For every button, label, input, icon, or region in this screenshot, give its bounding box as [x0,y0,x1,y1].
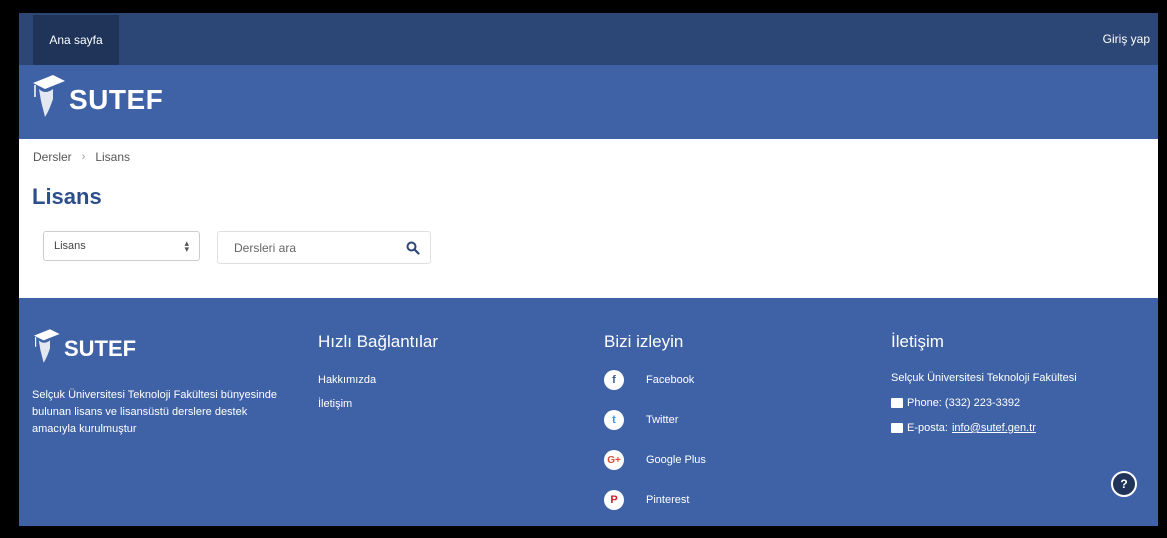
social-pinterest[interactable]: P Pinterest [604,490,706,510]
facebook-icon: f [604,370,624,390]
social-label: Google Plus [646,454,706,466]
course-search [217,231,431,264]
search-input[interactable] [218,232,388,263]
help-button[interactable]: ? [1111,471,1137,497]
contact-email-label: E-posta: [907,422,948,434]
phone-icon [891,398,903,408]
twitter-icon: t [604,410,624,430]
graduation-cap-icon [33,75,65,117]
page-title: Lisans [32,184,102,209]
search-icon[interactable] [406,241,420,255]
breadcrumb-separator: › [81,151,86,163]
page-frame: Ana sayfa Giriş yap SUTEF Dersler › Lisa… [19,13,1158,526]
category-select[interactable]: Lisans ▴ ▾ [43,231,200,261]
social-links: f Facebook t Twitter G+ Google Plus P Pi… [604,370,706,526]
social-facebook[interactable]: f Facebook [604,370,706,390]
site-header: SUTEF [19,65,1158,139]
contact-org: Selçuk Üniversitesi Teknoloji Fakültesi [891,372,1077,384]
link-about[interactable]: Hakkımızda [318,374,376,386]
graduation-cap-icon [34,329,60,363]
site-footer: SUTEF Selçuk Üniversitesi Teknoloji Fakü… [19,298,1158,526]
breadcrumb: Dersler › Lisans [33,150,130,164]
nav-home-link[interactable]: Ana sayfa [33,15,119,65]
follow-us-title: Bizi izleyin [604,332,684,351]
social-twitter[interactable]: t Twitter [604,410,706,430]
category-select-value: Lisans [54,240,86,252]
breadcrumb-item-lisans[interactable]: Lisans [95,150,130,164]
link-contact[interactable]: İletişim [318,398,352,410]
login-link[interactable]: Giriş yap [1103,13,1150,65]
contact-info: Selçuk Üniversitesi Teknoloji Fakültesi … [891,372,1077,447]
quick-links-list: Hakkımızda İletişim [318,374,376,422]
top-navbar: Ana sayfa Giriş yap [19,13,1158,65]
select-arrows-icon: ▴ ▾ [184,238,189,254]
footer-logo: SUTEF [32,326,136,366]
contact-phone: Phone: (332) 223-3392 [907,397,1021,409]
sutef-logo[interactable]: SUTEF [31,71,163,121]
social-label: Twitter [646,414,679,426]
social-google-plus[interactable]: G+ Google Plus [604,450,706,470]
social-label: Facebook [646,374,695,386]
contact-email-link[interactable]: info@sutef.gen.tr [952,422,1036,434]
footer-logo-text: SUTEF [64,336,137,361]
pinterest-icon: P [604,490,624,510]
quick-links-title: Hızlı Bağlantılar [318,332,438,351]
breadcrumb-item-dersler[interactable]: Dersler [33,150,72,164]
footer-about-text: Selçuk Üniversitesi Teknoloji Fakültesi … [32,389,277,435]
contact-title: İletişim [891,332,944,351]
logo-text: SUTEF [69,84,164,115]
google-plus-icon: G+ [604,450,624,470]
envelope-icon [891,423,903,433]
social-label: Pinterest [646,494,690,506]
